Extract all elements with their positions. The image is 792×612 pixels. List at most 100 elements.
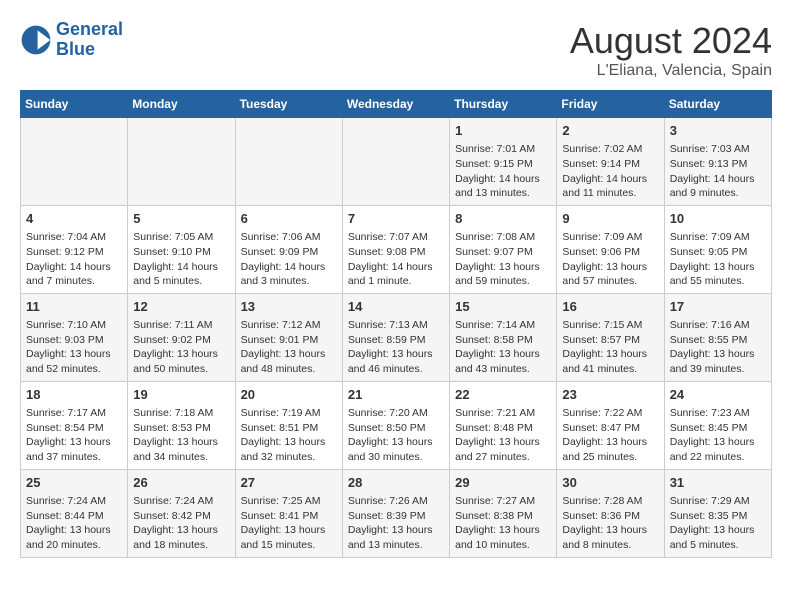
weekday-header-thursday: Thursday <box>450 91 557 118</box>
day-number: 12 <box>133 298 229 316</box>
calendar-cell: 15 Sunrise: 7:14 AM Sunset: 8:58 PM Dayli… <box>450 293 557 381</box>
day-info: Sunrise: 7:18 AM Sunset: 8:53 PM Dayligh… <box>133 406 229 465</box>
day-info: Sunrise: 7:28 AM Sunset: 8:36 PM Dayligh… <box>562 494 658 553</box>
calendar-cell: 3 Sunrise: 7:03 AM Sunset: 9:13 PM Daylig… <box>664 118 771 206</box>
calendar-cell: 5 Sunrise: 7:05 AM Sunset: 9:10 PM Daylig… <box>128 205 235 293</box>
day-number: 8 <box>455 210 551 228</box>
day-number: 21 <box>348 386 444 404</box>
day-info: Sunrise: 7:25 AM Sunset: 8:41 PM Dayligh… <box>241 494 337 553</box>
day-number: 20 <box>241 386 337 404</box>
day-number: 6 <box>241 210 337 228</box>
calendar-cell: 14 Sunrise: 7:13 AM Sunset: 8:59 PM Dayli… <box>342 293 449 381</box>
day-number: 30 <box>562 474 658 492</box>
day-info: Sunrise: 7:15 AM Sunset: 8:57 PM Dayligh… <box>562 318 658 377</box>
calendar-cell <box>342 118 449 206</box>
calendar-table: SundayMondayTuesdayWednesdayThursdayFrid… <box>20 90 772 558</box>
day-number: 27 <box>241 474 337 492</box>
calendar-cell: 9 Sunrise: 7:09 AM Sunset: 9:06 PM Daylig… <box>557 205 664 293</box>
day-number: 7 <box>348 210 444 228</box>
day-info: Sunrise: 7:09 AM Sunset: 9:05 PM Dayligh… <box>670 230 766 289</box>
calendar-cell: 7 Sunrise: 7:07 AM Sunset: 9:08 PM Daylig… <box>342 205 449 293</box>
logo-icon <box>20 24 52 56</box>
day-number: 26 <box>133 474 229 492</box>
day-info: Sunrise: 7:08 AM Sunset: 9:07 PM Dayligh… <box>455 230 551 289</box>
week-row-2: 4 Sunrise: 7:04 AM Sunset: 9:12 PM Daylig… <box>21 205 772 293</box>
calendar-cell: 2 Sunrise: 7:02 AM Sunset: 9:14 PM Daylig… <box>557 118 664 206</box>
day-info: Sunrise: 7:04 AM Sunset: 9:12 PM Dayligh… <box>26 230 122 289</box>
calendar-cell: 6 Sunrise: 7:06 AM Sunset: 9:09 PM Daylig… <box>235 205 342 293</box>
day-info: Sunrise: 7:07 AM Sunset: 9:08 PM Dayligh… <box>348 230 444 289</box>
day-info: Sunrise: 7:14 AM Sunset: 8:58 PM Dayligh… <box>455 318 551 377</box>
day-info: Sunrise: 7:23 AM Sunset: 8:45 PM Dayligh… <box>670 406 766 465</box>
day-number: 11 <box>26 298 122 316</box>
calendar-cell: 26 Sunrise: 7:24 AM Sunset: 8:42 PM Dayli… <box>128 469 235 557</box>
day-info: Sunrise: 7:17 AM Sunset: 8:54 PM Dayligh… <box>26 406 122 465</box>
day-number: 23 <box>562 386 658 404</box>
day-number: 5 <box>133 210 229 228</box>
day-info: Sunrise: 7:09 AM Sunset: 9:06 PM Dayligh… <box>562 230 658 289</box>
weekday-header-saturday: Saturday <box>664 91 771 118</box>
calendar-cell: 4 Sunrise: 7:04 AM Sunset: 9:12 PM Daylig… <box>21 205 128 293</box>
calendar-cell: 10 Sunrise: 7:09 AM Sunset: 9:05 PM Dayli… <box>664 205 771 293</box>
day-number: 13 <box>241 298 337 316</box>
day-info: Sunrise: 7:24 AM Sunset: 8:42 PM Dayligh… <box>133 494 229 553</box>
calendar-cell: 12 Sunrise: 7:11 AM Sunset: 9:02 PM Dayli… <box>128 293 235 381</box>
day-info: Sunrise: 7:12 AM Sunset: 9:01 PM Dayligh… <box>241 318 337 377</box>
day-info: Sunrise: 7:29 AM Sunset: 8:35 PM Dayligh… <box>670 494 766 553</box>
day-number: 14 <box>348 298 444 316</box>
day-info: Sunrise: 7:03 AM Sunset: 9:13 PM Dayligh… <box>670 142 766 201</box>
day-info: Sunrise: 7:10 AM Sunset: 9:03 PM Dayligh… <box>26 318 122 377</box>
day-number: 17 <box>670 298 766 316</box>
day-number: 18 <box>26 386 122 404</box>
week-row-5: 25 Sunrise: 7:24 AM Sunset: 8:44 PM Dayli… <box>21 469 772 557</box>
calendar-cell: 16 Sunrise: 7:15 AM Sunset: 8:57 PM Dayli… <box>557 293 664 381</box>
weekday-header-monday: Monday <box>128 91 235 118</box>
calendar-cell: 22Sunrise: 7:21 AM Sunset: 8:48 PM Dayli… <box>450 381 557 469</box>
day-number: 15 <box>455 298 551 316</box>
weekday-header-tuesday: Tuesday <box>235 91 342 118</box>
day-number: 2 <box>562 122 658 140</box>
calendar-cell: 1 Sunrise: 7:01 AM Sunset: 9:15 PM Daylig… <box>450 118 557 206</box>
calendar-cell <box>235 118 342 206</box>
day-number: 4 <box>26 210 122 228</box>
day-info: Sunrise: 7:26 AM Sunset: 8:39 PM Dayligh… <box>348 494 444 553</box>
day-info: Sunrise: 7:05 AM Sunset: 9:10 PM Dayligh… <box>133 230 229 289</box>
month-year: August 2024 <box>570 20 772 62</box>
week-row-1: 1 Sunrise: 7:01 AM Sunset: 9:15 PM Daylig… <box>21 118 772 206</box>
day-number: 3 <box>670 122 766 140</box>
day-info: Sunrise: 7:22 AM Sunset: 8:47 PM Dayligh… <box>562 406 658 465</box>
day-number: 24 <box>670 386 766 404</box>
calendar-cell <box>21 118 128 206</box>
logo-line2: Blue <box>56 39 95 59</box>
day-info: Sunrise: 7:20 AM Sunset: 8:50 PM Dayligh… <box>348 406 444 465</box>
day-number: 25 <box>26 474 122 492</box>
day-number: 10 <box>670 210 766 228</box>
day-info: Sunrise: 7:13 AM Sunset: 8:59 PM Dayligh… <box>348 318 444 377</box>
weekday-header-sunday: Sunday <box>21 91 128 118</box>
calendar-cell: 29Sunrise: 7:27 AM Sunset: 8:38 PM Dayli… <box>450 469 557 557</box>
day-number: 9 <box>562 210 658 228</box>
logo: General Blue <box>20 20 123 60</box>
day-number: 19 <box>133 386 229 404</box>
calendar-cell: 13 Sunrise: 7:12 AM Sunset: 9:01 PM Dayli… <box>235 293 342 381</box>
day-info: Sunrise: 7:24 AM Sunset: 8:44 PM Dayligh… <box>26 494 122 553</box>
day-info: Sunrise: 7:02 AM Sunset: 9:14 PM Dayligh… <box>562 142 658 201</box>
calendar-cell: 11 Sunrise: 7:10 AM Sunset: 9:03 PM Dayli… <box>21 293 128 381</box>
day-number: 22 <box>455 386 551 404</box>
weekday-header-friday: Friday <box>557 91 664 118</box>
calendar-cell: 18 Sunrise: 7:17 AM Sunset: 8:54 PM Dayli… <box>21 381 128 469</box>
day-info: Sunrise: 7:01 AM Sunset: 9:15 PM Dayligh… <box>455 142 551 201</box>
day-info: Sunrise: 7:11 AM Sunset: 9:02 PM Dayligh… <box>133 318 229 377</box>
day-info: Sunrise: 7:06 AM Sunset: 9:09 PM Dayligh… <box>241 230 337 289</box>
day-info: Sunrise: 7:19 AM Sunset: 8:51 PM Dayligh… <box>241 406 337 465</box>
page-header: General Blue August 2024 L'Eliana, Valen… <box>20 20 772 80</box>
day-number: 1 <box>455 122 551 140</box>
day-number: 16 <box>562 298 658 316</box>
day-info: Sunrise: 7:27 AM Sunset: 8:38 PM Dayligh… <box>455 494 551 553</box>
logo-line1: General <box>56 19 123 39</box>
calendar-cell: 25 Sunrise: 7:24 AM Sunset: 8:44 PM Dayli… <box>21 469 128 557</box>
day-number: 31 <box>670 474 766 492</box>
calendar-cell <box>128 118 235 206</box>
calendar-cell: 19 Sunrise: 7:18 AM Sunset: 8:53 PM Dayli… <box>128 381 235 469</box>
calendar-cell: 17Sunrise: 7:16 AM Sunset: 8:55 PM Dayli… <box>664 293 771 381</box>
